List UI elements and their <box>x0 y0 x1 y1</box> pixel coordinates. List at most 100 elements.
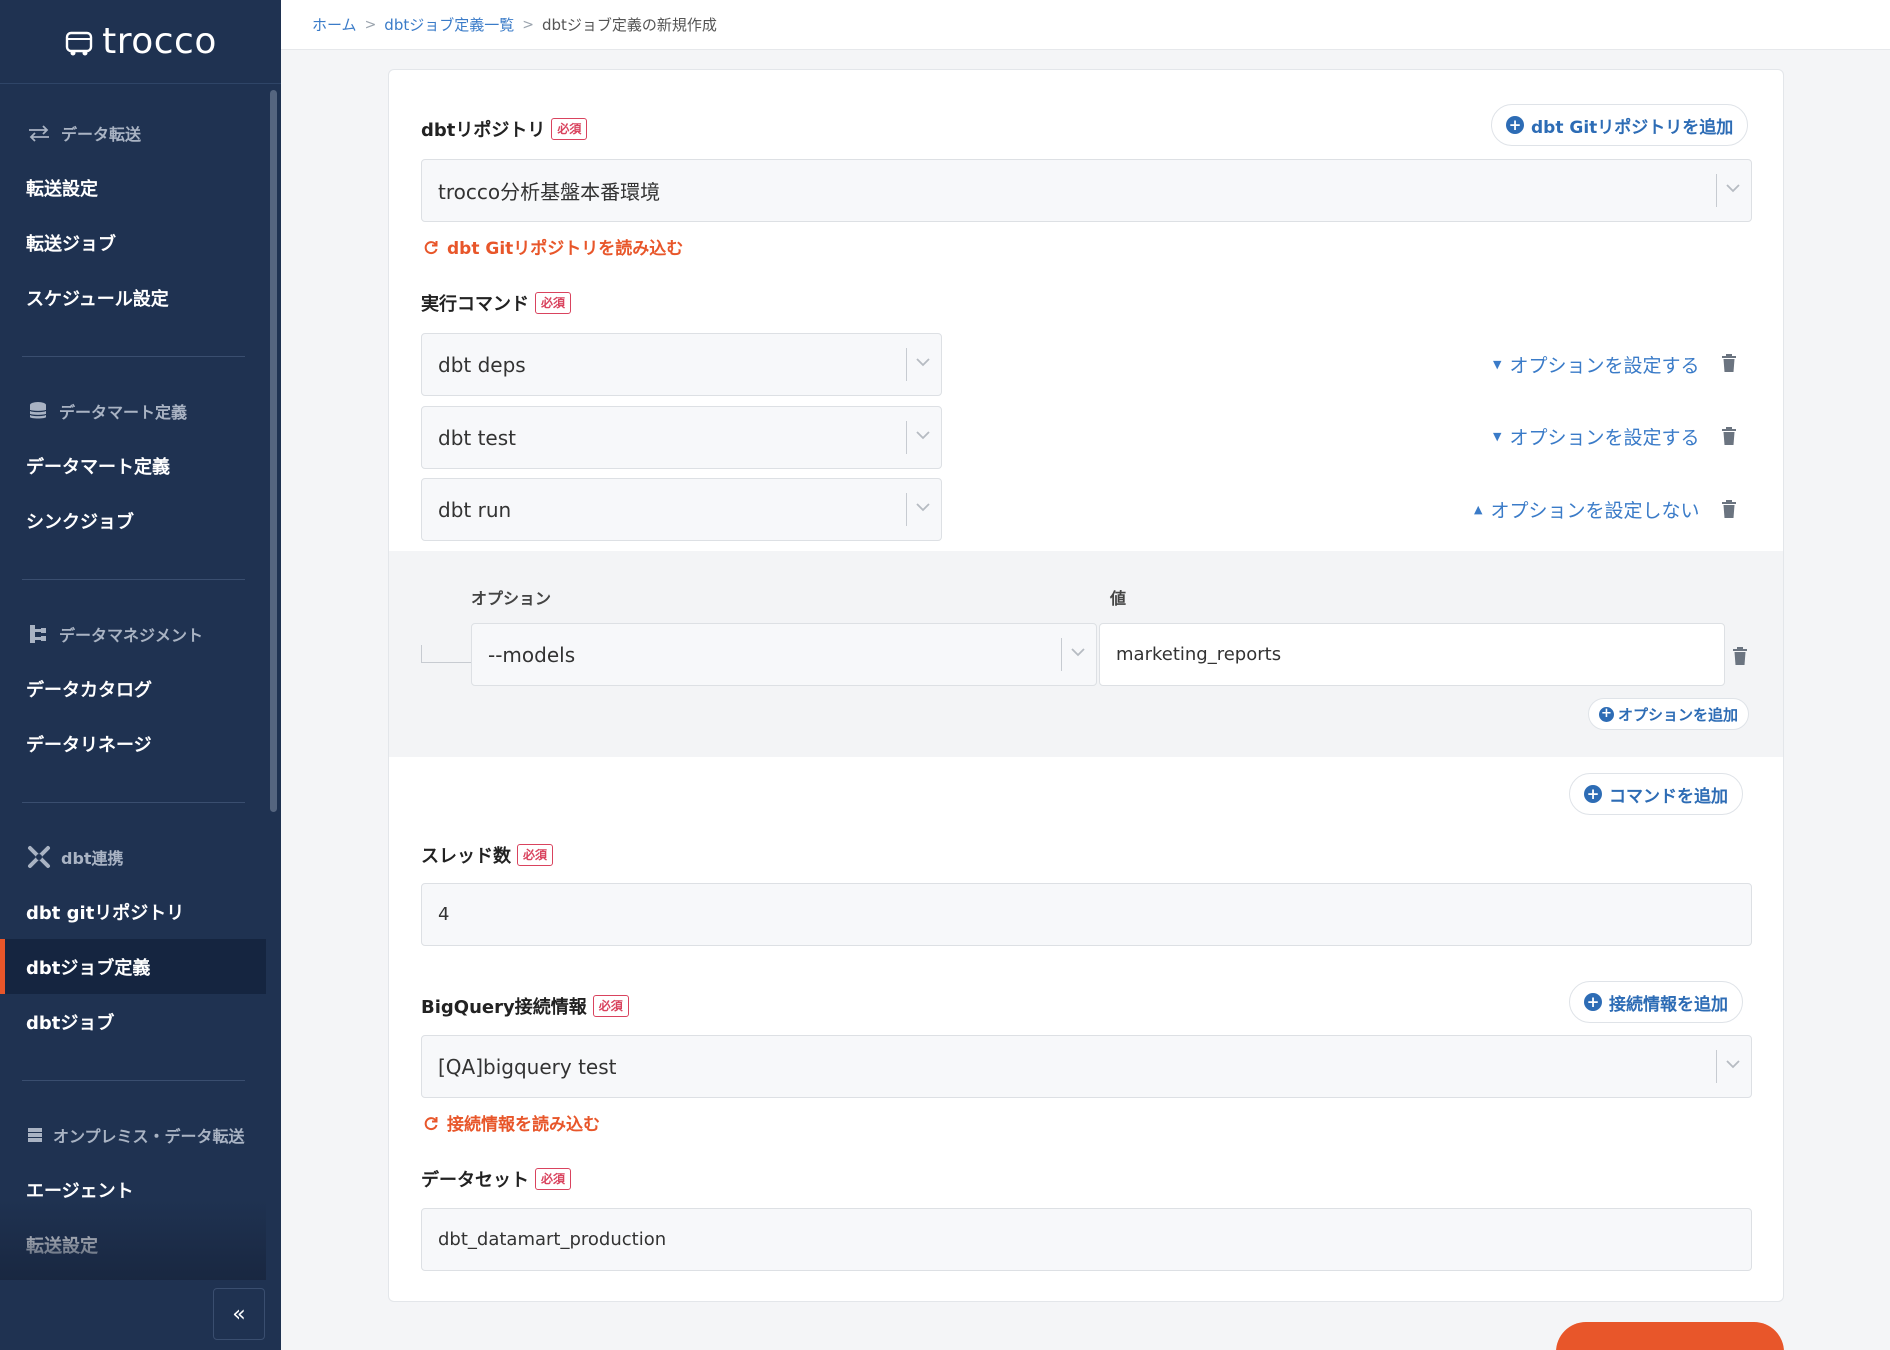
repo-select[interactable]: trocco分析基盤本番環境 <box>421 159 1752 222</box>
add-command-button[interactable]: + コマンドを追加 <box>1569 773 1743 815</box>
sidebar-item-schedule-settings[interactable]: スケジュール設定 <box>0 270 266 325</box>
select-separator <box>1061 638 1062 671</box>
sidebar-section-head: オンプレミス・データ転送 <box>0 1120 266 1150</box>
job-definition-form: dbtリポジトリ 必須 + dbt Gitリポジトリを追加 trocco分析基盤… <box>388 69 1784 1302</box>
tree-connector <box>421 645 471 663</box>
chevron-down-icon <box>1726 184 1740 193</box>
command-options-panel: オプション 値 --models marketing_reports + オプシ… <box>389 551 1783 757</box>
trash-icon[interactable] <box>1721 426 1737 446</box>
logo[interactable]: trocco <box>0 0 281 84</box>
sidebar-item-data-lineage[interactable]: データリネージ <box>0 716 266 771</box>
required-badge: 必須 <box>535 1168 572 1190</box>
caret-down-icon: ▼ <box>1493 358 1502 371</box>
tree-icon <box>30 625 46 643</box>
sidebar-item-sync-jobs[interactable]: シンクジョブ <box>0 493 266 548</box>
server-icon <box>28 1128 42 1142</box>
dataset-label: データセット 必須 <box>421 1166 572 1192</box>
add-connection-button[interactable]: + 接続情報を追加 <box>1569 981 1743 1023</box>
threads-input[interactable]: 4 <box>421 883 1752 946</box>
unset-options-link-run[interactable]: ▲ オプションを設定しない <box>1474 496 1699 523</box>
set-options-link-test[interactable]: ▼ オプションを設定する <box>1493 423 1699 450</box>
sidebar-item-data-catalog[interactable]: データカタログ <box>0 661 266 716</box>
chevron-down-icon <box>916 358 930 367</box>
refresh-icon <box>424 240 438 254</box>
sidebar-section-onpremise: オンプレミス・データ転送 エージェント 転送設定 <box>0 1120 266 1272</box>
dbt-icon <box>28 846 50 868</box>
reload-dbt-git-repository-link[interactable]: dbt Gitリポジトリを読み込む <box>423 234 683 259</box>
submit-button[interactable] <box>1556 1322 1784 1350</box>
plus-circle-icon: + <box>1584 993 1602 1011</box>
sidebar-item-onprem-transfer-settings[interactable]: 転送設定 <box>0 1217 266 1272</box>
option-column-header: オプション <box>471 589 552 608</box>
required-badge: 必須 <box>592 995 629 1017</box>
reload-connection-link[interactable]: 接続情報を読み込む <box>423 1110 600 1135</box>
sidebar: trocco データ転送 転送設定 転送ジョブ スケジュール設定 データマート定… <box>0 0 281 1350</box>
sidebar-section-head: データマネジメント <box>0 619 266 649</box>
sidebar-divider <box>22 356 245 357</box>
sidebar-section-data-management: データマネジメント データカタログ データリネージ <box>0 619 266 771</box>
chevron-down-icon <box>916 503 930 512</box>
sidebar-item-dbt-job-definition[interactable]: dbtジョブ定義 <box>0 939 266 994</box>
select-separator <box>906 348 907 381</box>
plus-circle-icon: + <box>1506 116 1524 134</box>
plus-circle-icon: + <box>1599 706 1614 722</box>
sidebar-scrollbar[interactable] <box>270 90 277 812</box>
add-dbt-git-repository-button[interactable]: + dbt Gitリポジトリを追加 <box>1491 104 1749 146</box>
value-column-header: 値 <box>1110 589 1127 608</box>
repo-label: dbtリポジトリ 必須 <box>421 116 588 142</box>
trash-icon[interactable] <box>1721 499 1737 519</box>
sidebar-section-data-transfer: データ転送 転送設定 転送ジョブ スケジュール設定 <box>0 118 266 325</box>
sidebar-item-dbt-jobs[interactable]: dbtジョブ <box>0 994 266 1049</box>
sidebar-divider <box>22 579 245 580</box>
required-badge: 必須 <box>551 118 588 140</box>
sidebar-section-head: データ転送 <box>0 118 266 148</box>
required-badge: 必須 <box>517 844 554 866</box>
trash-icon[interactable] <box>1721 353 1737 373</box>
option-value-input[interactable]: marketing_reports <box>1099 623 1725 686</box>
database-icon <box>29 402 47 419</box>
sidebar-section-dbt: dbt連携 dbt gitリポジトリ dbtジョブ定義 dbtジョブ <box>0 842 266 1049</box>
caret-down-icon: ▼ <box>1493 430 1502 443</box>
trocco-logo-icon <box>65 31 93 55</box>
sidebar-section-head: dbt連携 <box>0 842 266 872</box>
commands-label: 実行コマンド 必須 <box>421 290 572 316</box>
select-separator <box>906 421 907 454</box>
chevron-down-icon <box>1726 1060 1740 1069</box>
caret-up-icon: ▲ <box>1474 503 1483 516</box>
option-select[interactable]: --models <box>471 623 1097 686</box>
logo-text: trocco <box>102 21 217 62</box>
select-separator <box>1716 1050 1717 1083</box>
required-badge: 必須 <box>535 292 572 314</box>
command-select-test[interactable]: dbt test <box>421 406 942 469</box>
select-separator <box>1716 174 1717 207</box>
set-options-link-deps[interactable]: ▼ オプションを設定する <box>1493 351 1699 378</box>
command-select-deps[interactable]: dbt deps <box>421 333 942 396</box>
bigquery-connection-select[interactable]: [QA]bigquery test <box>421 1035 1752 1098</box>
sidebar-divider <box>22 1080 245 1081</box>
breadcrumb-dbt-job-list[interactable]: dbtジョブ定義一覧 <box>384 14 514 35</box>
sidebar-divider <box>22 802 245 803</box>
chevron-right-icon: > <box>522 16 534 33</box>
sidebar-item-datamart-definition[interactable]: データマート定義 <box>0 438 266 493</box>
bigquery-connection-label: BigQuery接続情報 必須 <box>421 993 629 1019</box>
chevron-down-icon <box>1071 648 1085 657</box>
sidebar-section-datamart: データマート定義 データマート定義 シンクジョブ <box>0 396 266 548</box>
sidebar-item-dbt-git-repository[interactable]: dbt gitリポジトリ <box>0 884 266 939</box>
sidebar-item-agent[interactable]: エージェント <box>0 1162 266 1217</box>
breadcrumb: ホーム > dbtジョブ定義一覧 > dbtジョブ定義の新規作成 <box>281 0 1890 50</box>
add-option-button[interactable]: + オプションを追加 <box>1588 698 1750 730</box>
breadcrumb-current: dbtジョブ定義の新規作成 <box>541 16 717 34</box>
sidebar-collapse-button[interactable]: « <box>213 1288 265 1340</box>
transfer-icon <box>29 125 49 142</box>
chevron-right-icon: > <box>364 16 377 33</box>
breadcrumb-home[interactable]: ホーム <box>312 14 357 35</box>
threads-label: スレッド数 必須 <box>421 842 554 868</box>
command-select-run[interactable]: dbt run <box>421 478 942 541</box>
trash-icon[interactable] <box>1732 646 1748 666</box>
dataset-input[interactable]: dbt_datamart_production <box>421 1208 1752 1271</box>
select-separator <box>906 493 907 526</box>
sidebar-item-transfer-jobs[interactable]: 転送ジョブ <box>0 215 266 270</box>
sidebar-item-transfer-settings[interactable]: 転送設定 <box>0 160 266 215</box>
plus-circle-icon: + <box>1584 785 1602 803</box>
chevron-down-icon <box>916 431 930 440</box>
